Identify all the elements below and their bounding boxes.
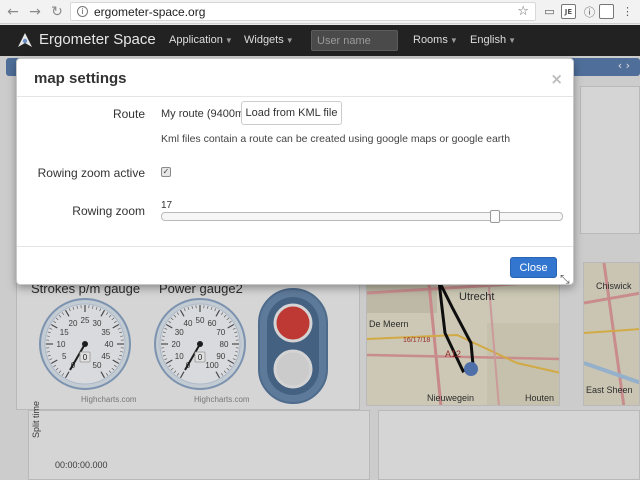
chevron-down-icon: ▼ xyxy=(508,36,516,45)
modal-header: map settings × xyxy=(17,59,573,97)
chevron-down-icon: ▼ xyxy=(224,36,233,45)
app-navbar: Ergometer Space Application▼ Widgets▼ Ro… xyxy=(0,25,640,56)
chevron-down-icon: ▼ xyxy=(449,36,458,45)
menu-language-label: English xyxy=(470,34,507,46)
modal-title: map settings xyxy=(34,70,127,87)
back-icon[interactable]: ← xyxy=(4,3,22,21)
cast-icon[interactable]: ▭ xyxy=(542,4,557,19)
route-value: My route (9400m ) xyxy=(161,108,251,120)
rowing-zoom-slider[interactable] xyxy=(161,210,563,223)
chevron-down-icon: ▼ xyxy=(285,36,294,45)
forward-icon[interactable]: → xyxy=(26,3,44,21)
username-input[interactable] xyxy=(311,30,398,51)
address-bar[interactable]: i ergometer-space.org ☆ xyxy=(70,2,536,21)
tab-icon[interactable] xyxy=(599,4,614,19)
browser-toolbar: ← → ↻ i ergometer-space.org ☆ ▭ JE ⓘ ⋮ xyxy=(0,0,640,24)
info-icon[interactable]: i xyxy=(77,6,88,17)
map-settings-dialog: map settings × Route My route (9400m ) L… xyxy=(16,58,574,285)
kml-help-text: Kml files contain a route can be created… xyxy=(161,133,511,145)
menu-application-label: Application xyxy=(169,34,223,46)
extension-icon[interactable]: JE xyxy=(561,4,576,19)
star-icon[interactable]: ☆ xyxy=(517,4,529,19)
rowing-zoom-label: Rowing zoom xyxy=(72,204,145,218)
load-kml-button[interactable]: Load from KML file xyxy=(241,101,342,125)
rowing-zoom-active-checkbox[interactable]: ✓ xyxy=(161,167,171,177)
modal-footer: Close xyxy=(17,246,573,284)
reload-icon[interactable]: ↻ xyxy=(48,3,66,21)
menu-language[interactable]: English ▼ xyxy=(470,34,516,46)
menu-widgets[interactable]: Widgets ▼ xyxy=(244,34,294,46)
route-label: Route xyxy=(112,107,145,121)
close-icon[interactable]: × xyxy=(550,70,563,88)
rowing-zoom-value: 17 xyxy=(161,200,173,211)
menu-application[interactable]: Application ▼ xyxy=(169,34,233,46)
close-button[interactable]: Close xyxy=(510,257,557,278)
logo-icon xyxy=(18,33,32,47)
menu-icon[interactable]: ⋮ xyxy=(620,4,635,19)
resize-icon[interactable]: ⤡ xyxy=(560,272,570,287)
menu-rooms-label: Rooms xyxy=(413,34,448,46)
menu-rooms[interactable]: Rooms ▼ xyxy=(413,34,458,46)
menu-widgets-label: Widgets xyxy=(244,34,284,46)
brand-title[interactable]: Ergometer Space xyxy=(39,31,156,48)
info-circle-icon[interactable]: ⓘ xyxy=(582,4,597,19)
url-text: ergometer-space.org xyxy=(94,4,206,19)
slider-handle[interactable] xyxy=(489,210,500,223)
rowing-zoom-active-label: Rowing zoom active xyxy=(37,166,145,180)
